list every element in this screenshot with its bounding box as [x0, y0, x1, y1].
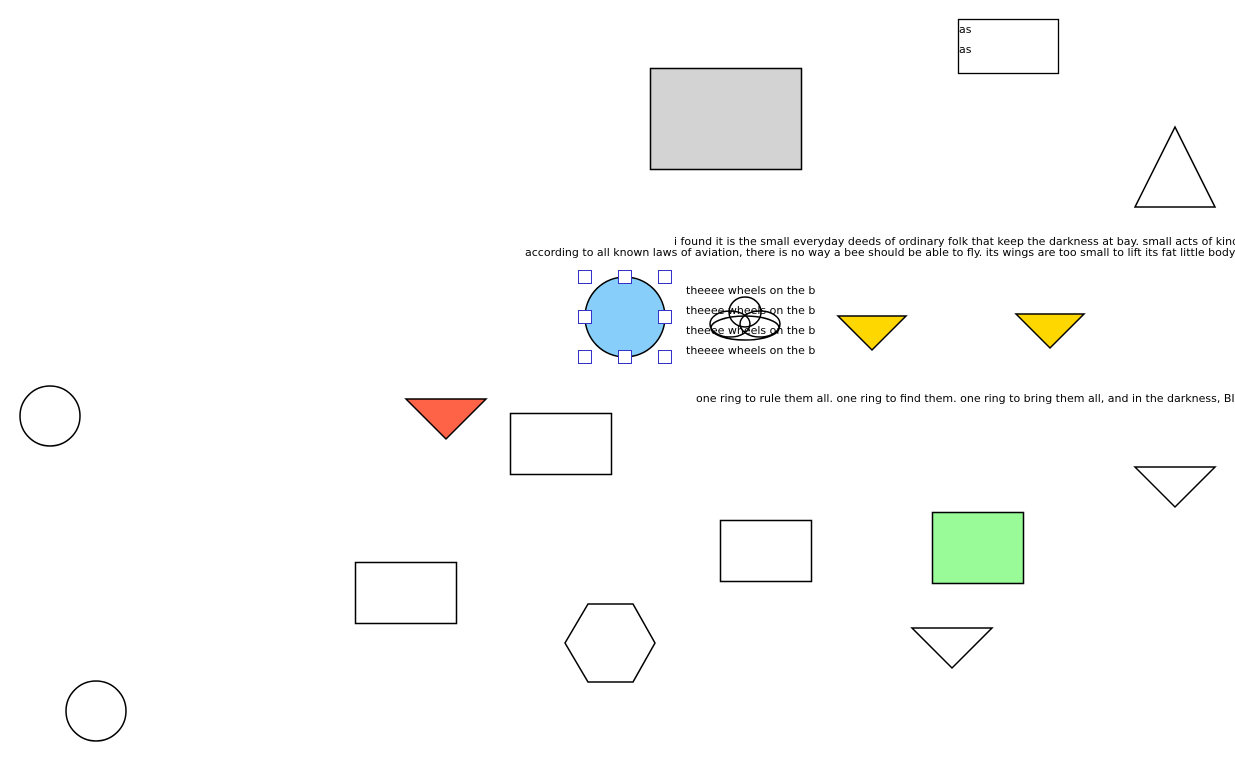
- text-box-line-2: as: [959, 43, 972, 56]
- yellow-triangle-down-2[interactable]: [1014, 313, 1086, 350]
- resize-handle-top-left[interactable]: [578, 270, 592, 284]
- diagram-canvas[interactable]: as as i found it is the small everyday d…: [0, 0, 1235, 761]
- resize-handle-bottom-right[interactable]: [658, 350, 672, 364]
- resize-handle-top-right[interactable]: [658, 270, 672, 284]
- hexagon[interactable]: [564, 603, 656, 683]
- red-triangle-down[interactable]: [404, 398, 488, 441]
- resize-handle-right[interactable]: [658, 310, 672, 324]
- rectangle-middle[interactable]: [509, 412, 613, 476]
- resize-handle-top[interactable]: [618, 270, 632, 284]
- resize-handle-bottom[interactable]: [618, 350, 632, 364]
- rectangle-center[interactable]: [719, 519, 813, 583]
- text-box[interactable]: as as: [957, 18, 1060, 75]
- ring-text[interactable]: one ring to rule them all. one ring to f…: [696, 392, 1235, 405]
- circle-bottom-left[interactable]: [65, 680, 127, 742]
- aviation-text[interactable]: according to all known laws of aviation,…: [525, 246, 1235, 259]
- triangle-down-right[interactable]: [1133, 466, 1217, 509]
- wheels-text-2[interactable]: theeee wheels on the b: [686, 304, 815, 317]
- yellow-triangle-down-1[interactable]: [836, 315, 908, 352]
- resize-handle-bottom-left[interactable]: [578, 350, 592, 364]
- rectangle-lower-left[interactable]: [354, 561, 458, 625]
- wheels-text-4[interactable]: theeee wheels on the b: [686, 344, 815, 357]
- blue-circle[interactable]: [584, 276, 666, 358]
- gray-rectangle[interactable]: [649, 67, 803, 171]
- resize-handle-left[interactable]: [578, 310, 592, 324]
- wheels-text-1[interactable]: theeee wheels on the b: [686, 284, 815, 297]
- green-rectangle[interactable]: [931, 511, 1025, 585]
- circle-left[interactable]: [19, 385, 81, 447]
- triangle-up[interactable]: [1133, 125, 1217, 208]
- text-box-line-1: as: [959, 23, 972, 36]
- triangle-down-bottom[interactable]: [910, 627, 994, 670]
